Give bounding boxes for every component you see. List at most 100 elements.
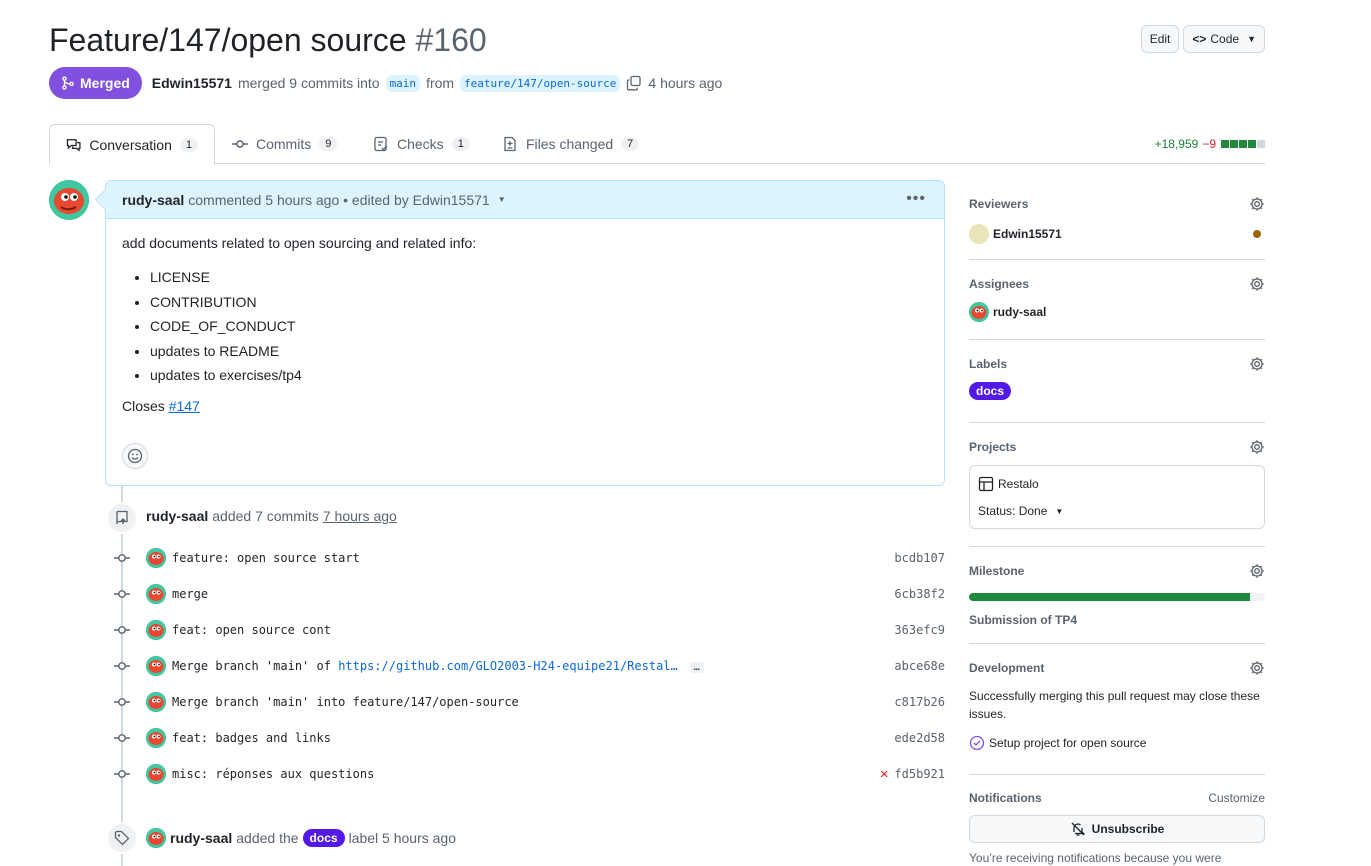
head-branch[interactable]: feature/147/open-source: [460, 74, 621, 92]
base-branch[interactable]: main: [385, 74, 421, 92]
commit-row: merge 6cb38f2: [112, 584, 945, 604]
commit-row: Merge branch 'main' of https://github.co…: [112, 656, 945, 676]
diffstat-additions: +18,959: [1154, 137, 1199, 151]
conversation-icon: [66, 138, 81, 152]
commit-message[interactable]: feature: open source start: [172, 551, 360, 565]
pr-title-text: Feature/147/open source: [49, 22, 407, 58]
avatar[interactable]: [146, 764, 166, 784]
commit-row: misc: réponses aux questions ✕ fd5b921: [112, 764, 945, 784]
avatar[interactable]: [146, 828, 166, 848]
commit-message-link[interactable]: https://github.com/GLO2003-H24-equipe21/…: [338, 659, 678, 673]
gear-icon[interactable]: [1249, 563, 1265, 579]
tab-checks[interactable]: Checks 1: [357, 124, 486, 164]
list-item: CONTRIBUTION: [150, 290, 928, 315]
comment-header-text[interactable]: commented 5 hours ago • edited by Edwin1…: [188, 192, 489, 208]
gear-icon[interactable]: [1249, 660, 1265, 676]
commit-sha[interactable]: abce68e: [894, 659, 945, 673]
event-author[interactable]: rudy-saal: [146, 508, 208, 524]
commit-sha[interactable]: ede2d58: [894, 731, 945, 745]
commit-message[interactable]: Merge branch 'main' of https://github.co…: [172, 659, 704, 673]
notifications-footer: You’re receiving notifications because y…: [969, 851, 1222, 865]
assignees-section: Assignees rudy-saal: [969, 276, 1265, 340]
avatar[interactable]: [49, 180, 89, 220]
labels-heading: Labels: [969, 357, 1008, 371]
reviewers-section: Reviewers Edwin15571: [969, 196, 1265, 260]
commit-row: feature: open source start bcdb107: [112, 548, 945, 568]
pr-meta: Merged Edwin15571 merged 9 commits into …: [49, 67, 722, 99]
gear-icon[interactable]: [1249, 276, 1265, 292]
unsubscribe-button[interactable]: Unsubscribe: [969, 815, 1265, 843]
tab-commits[interactable]: Commits 9: [216, 124, 353, 164]
commit-icon: [112, 586, 132, 602]
avatar[interactable]: [146, 584, 166, 604]
avatar[interactable]: [146, 656, 166, 676]
bell-slash-icon: [1071, 822, 1085, 836]
project-link[interactable]: Restalo: [978, 476, 1256, 492]
commit-message[interactable]: feat: badges and links: [172, 731, 331, 745]
commit-row: feat: open source cont 363efc9: [112, 620, 945, 640]
commit-message[interactable]: misc: réponses aux questions: [172, 767, 374, 781]
x-failed-icon[interactable]: ✕: [880, 766, 888, 782]
comment-header: rudy-saal commented 5 hours ago • edited…: [106, 181, 944, 219]
gear-icon[interactable]: [1249, 196, 1265, 212]
copy-icon[interactable]: [626, 75, 642, 91]
header-actions: Edit <> Code ▼: [1140, 25, 1265, 53]
comment-intro: add documents related to open sourcing a…: [122, 235, 477, 251]
commit-icon: [112, 658, 132, 674]
commit-icon: [112, 730, 132, 746]
comment-options-icon[interactable]: •••: [906, 190, 926, 208]
customize-link[interactable]: Customize: [1208, 791, 1265, 805]
expand-message-button[interactable]: …: [689, 662, 704, 673]
caret-down-icon: ▼: [1055, 506, 1064, 516]
linked-issue[interactable]: Setup project for open source: [969, 735, 1265, 751]
pr-description-comment: rudy-saal commented 5 hours ago • edited…: [105, 180, 945, 486]
merger-link[interactable]: Edwin15571: [152, 75, 232, 91]
reviewers-heading: Reviewers: [969, 197, 1029, 211]
project-status: Status: Done: [978, 504, 1048, 518]
code-button[interactable]: <> Code ▼: [1183, 25, 1265, 53]
notifications-heading: Notifications: [969, 791, 1042, 805]
event-author[interactable]: rudy-saal: [170, 830, 232, 846]
commit-sha[interactable]: 6cb38f2: [894, 587, 945, 601]
avatar-image: [49, 180, 89, 220]
commit-sha[interactable]: bcdb107: [894, 551, 945, 565]
gear-icon[interactable]: [1249, 356, 1265, 372]
closes-prefix: Closes: [122, 397, 165, 414]
commit-icon: [112, 694, 132, 710]
notifications-section: Notifications Customize Unsubscribe You’…: [969, 791, 1265, 865]
commit-sha[interactable]: ✕ fd5b921: [880, 766, 945, 782]
avatar[interactable]: [146, 548, 166, 568]
tab-conversation-count: 1: [179, 137, 198, 152]
commit-row: Merge branch 'main' into feature/147/ope…: [112, 692, 945, 712]
avatar[interactable]: [146, 692, 166, 712]
edit-button[interactable]: Edit: [1140, 25, 1180, 53]
event-text: added the: [236, 830, 299, 846]
event-time[interactable]: 7 hours ago: [323, 508, 397, 524]
tab-conversation[interactable]: Conversation 1: [49, 124, 215, 165]
event-text: added 7 commits: [212, 508, 319, 524]
avatar[interactable]: [146, 728, 166, 748]
milestone-name[interactable]: Submission of TP4: [969, 613, 1265, 627]
commit-message[interactable]: merge: [172, 587, 208, 601]
tab-files-changed[interactable]: Files changed 7: [486, 124, 655, 164]
reviewer-item[interactable]: Edwin15571: [969, 224, 1265, 244]
edit-history-caret-icon[interactable]: ▼: [498, 195, 506, 204]
development-heading: Development: [969, 661, 1045, 675]
closes-issue-link[interactable]: #147: [169, 398, 200, 414]
commit-sha[interactable]: 363efc9: [894, 623, 945, 637]
avatar: [969, 224, 989, 244]
comment-author[interactable]: rudy-saal: [122, 192, 184, 208]
add-reaction-button[interactable]: [122, 443, 148, 469]
project-status-dropdown[interactable]: Status: Done ▼: [978, 504, 1256, 518]
label-added-event: rudy-saal added the docs label 5 hours a…: [146, 828, 456, 848]
gear-icon[interactable]: [1249, 439, 1265, 455]
milestone-section: Milestone Submission of TP4: [969, 563, 1265, 644]
commit-icon: [112, 622, 132, 638]
label-docs[interactable]: docs: [969, 382, 1012, 400]
commit-sha[interactable]: c817b26: [894, 695, 945, 709]
label-docs[interactable]: docs: [302, 829, 345, 847]
avatar[interactable]: [146, 620, 166, 640]
assignee-item[interactable]: rudy-saal: [969, 302, 1265, 322]
commit-message[interactable]: feat: open source cont: [172, 623, 331, 637]
commit-message[interactable]: Merge branch 'main' into feature/147/ope…: [172, 695, 519, 709]
